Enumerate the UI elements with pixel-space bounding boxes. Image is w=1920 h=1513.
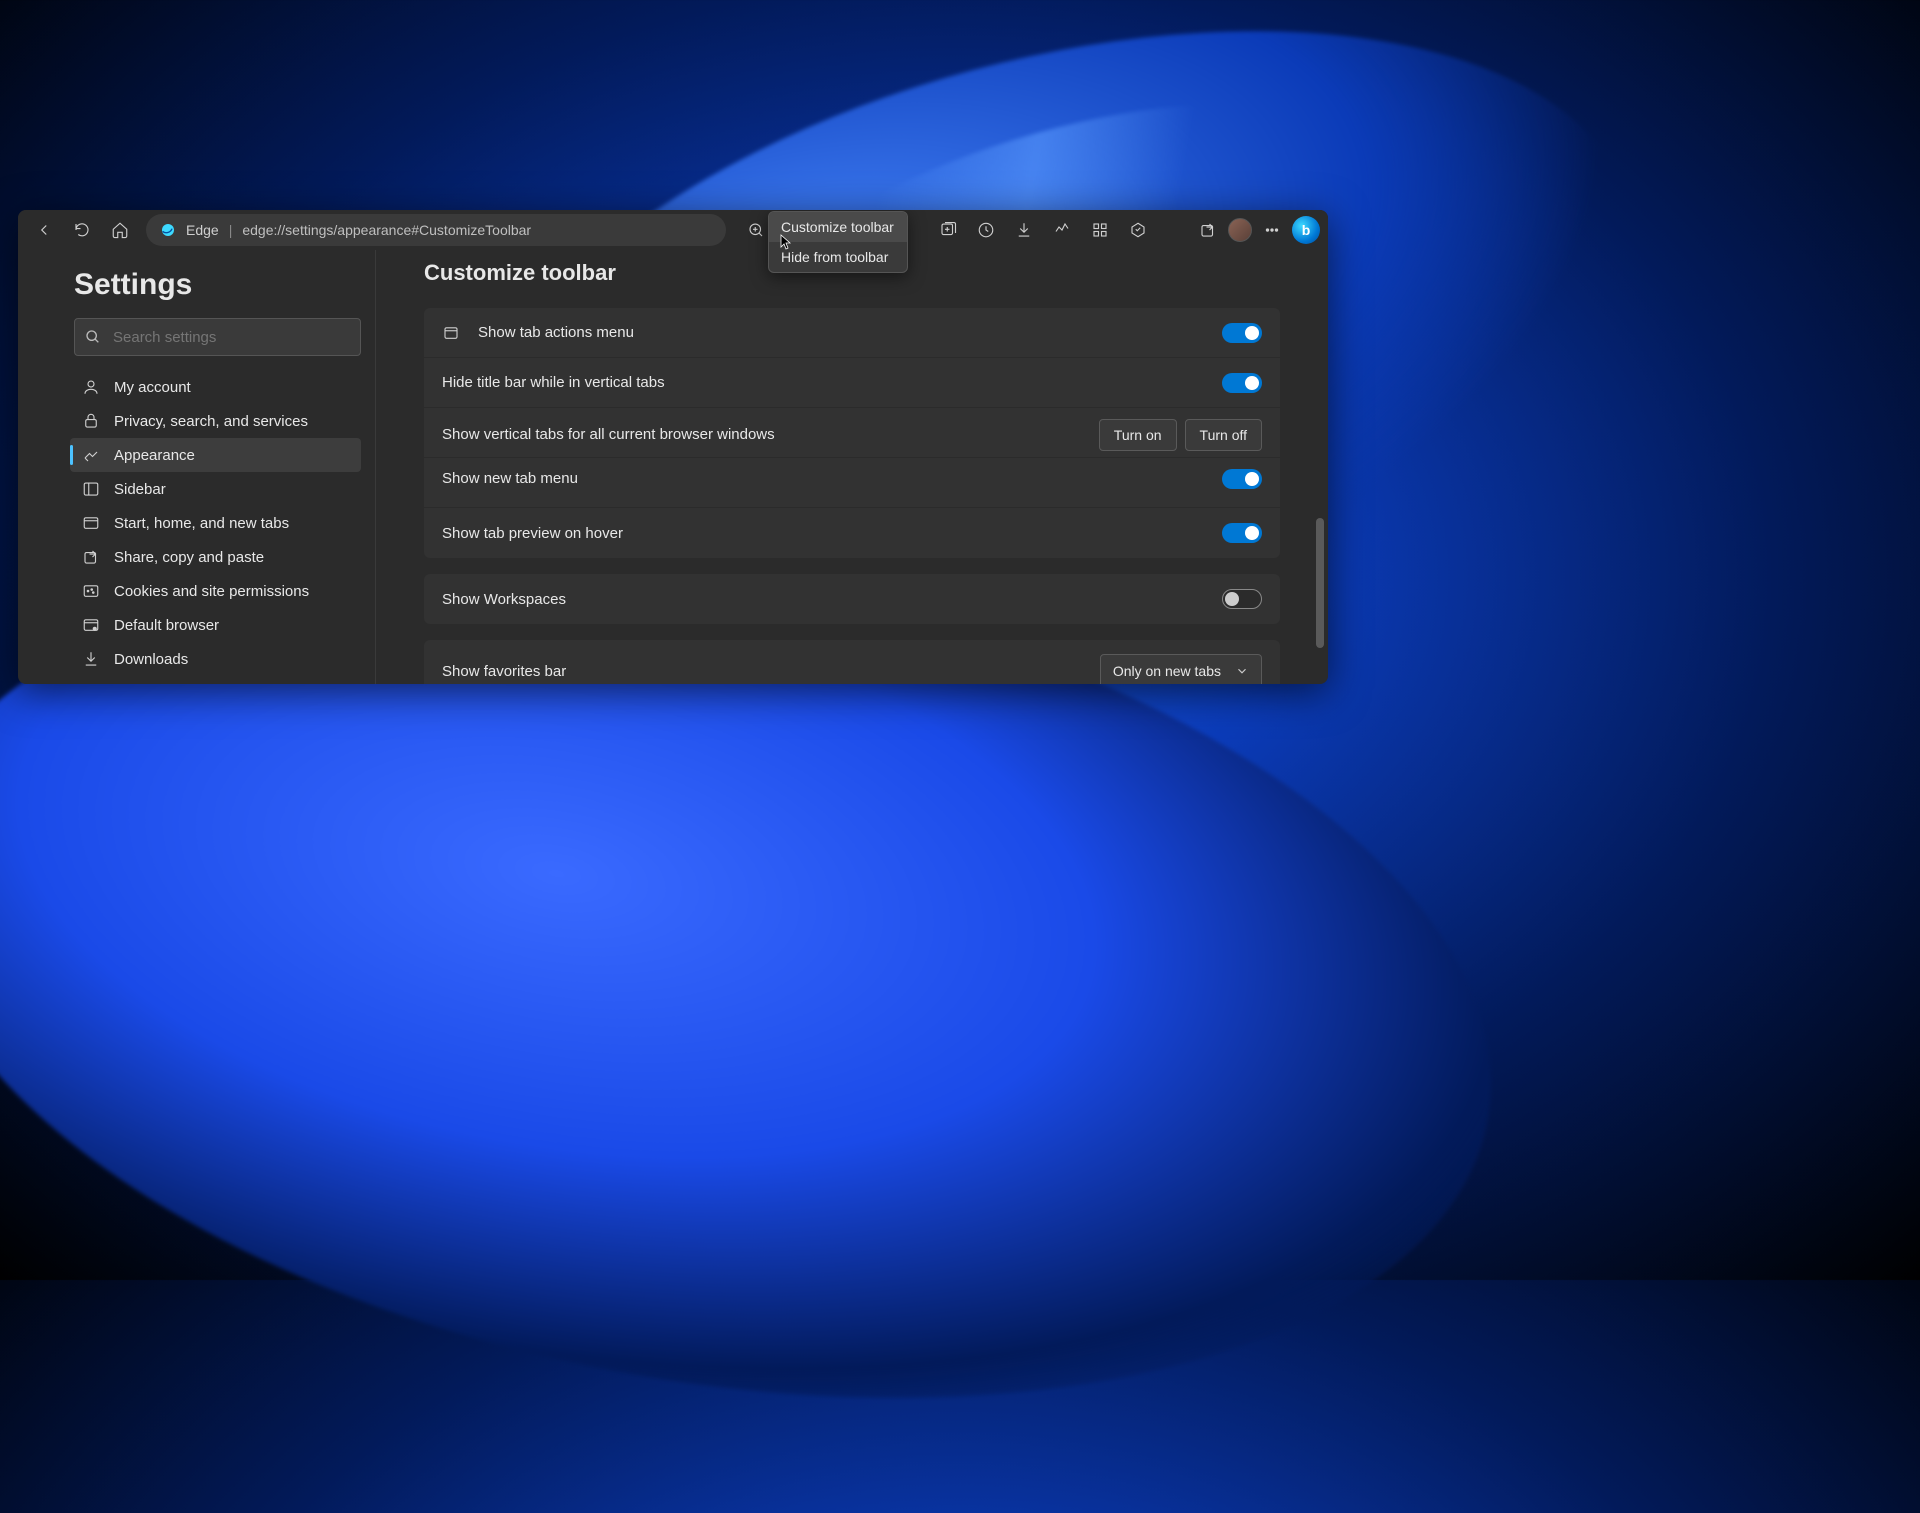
edge-icon: [160, 222, 176, 238]
row-label: Show new tab menu: [442, 470, 578, 487]
row-label: Hide title bar while in vertical tabs: [442, 374, 665, 391]
toggle-hide-title[interactable]: [1222, 373, 1262, 393]
sidebar-item-downloads[interactable]: Downloads: [70, 642, 361, 676]
row-label: Show tab actions menu: [478, 324, 634, 341]
toggle-tab-preview[interactable]: [1222, 523, 1262, 543]
tab-icon: [82, 514, 100, 532]
address-bar[interactable]: Edge | edge://settings/appearance#Custom…: [146, 214, 726, 246]
sidebar-item-label: Default browser: [114, 617, 219, 634]
home-button[interactable]: [102, 214, 138, 246]
row-label: Show tab preview on hover: [442, 525, 623, 542]
profile-avatar[interactable]: [1228, 218, 1252, 242]
lock-icon: [82, 412, 100, 430]
performance-icon[interactable]: [1044, 214, 1080, 246]
history-icon[interactable]: [968, 214, 1004, 246]
workspaces-card: Show Workspaces: [424, 574, 1280, 624]
row-tab-actions: Show tab actions menu: [424, 308, 1280, 358]
settings-sidebar: Settings My account Privacy, search, and…: [18, 250, 376, 684]
collections-icon[interactable]: [930, 214, 966, 246]
sidebar-item-privacy[interactable]: Privacy, search, and services: [70, 404, 361, 438]
appearance-icon: [82, 446, 100, 464]
cookie-icon: [82, 582, 100, 600]
favorites-card: Show favorites bar Only on new tabs: [424, 640, 1280, 684]
sidebar-icon: [82, 480, 100, 498]
settings-title: Settings: [74, 268, 361, 302]
bing-button[interactable]: b: [1292, 216, 1320, 244]
addr-edge-label: Edge: [186, 222, 219, 238]
sidebar-item-cookies[interactable]: Cookies and site permissions: [70, 574, 361, 608]
downloads-icon[interactable]: [1006, 214, 1042, 246]
sidebar-item-share[interactable]: Share, copy and paste: [70, 540, 361, 574]
select-value: Only on new tabs: [1113, 663, 1221, 679]
settings-main: Customize toolbar Show tab actions menu …: [376, 250, 1328, 684]
sidebar-item-label: Cookies and site permissions: [114, 583, 309, 600]
search-settings[interactable]: [74, 318, 361, 356]
download-icon: [82, 650, 100, 668]
sidebar-item-label: Appearance: [114, 447, 195, 464]
sidebar-item-label: Downloads: [114, 651, 188, 668]
search-input[interactable]: [113, 329, 350, 346]
sidebar-item-label: Start, home, and new tabs: [114, 515, 289, 532]
toggle-new-tab-menu[interactable]: [1222, 469, 1262, 489]
toolbar-options-card: Show tab actions menu Hide title bar whi…: [424, 308, 1280, 558]
toggle-tab-actions[interactable]: [1222, 323, 1262, 343]
search-icon: [85, 329, 101, 345]
sidebar-item-default[interactable]: Default browser: [70, 608, 361, 642]
browser-icon: [82, 616, 100, 634]
more-menu-icon[interactable]: [1254, 214, 1290, 246]
sidebar-item-label: Privacy, search, and services: [114, 413, 308, 430]
row-new-tab-menu: Show new tab menu: [424, 458, 1280, 508]
sidebar-item-label: Sidebar: [114, 481, 166, 498]
row-label: Show Workspaces: [442, 591, 566, 608]
apps-icon[interactable]: [1082, 214, 1118, 246]
vertical-tabs-buttons: Turn on Turn off: [1099, 419, 1262, 451]
row-tab-preview: Show tab preview on hover: [424, 508, 1280, 558]
row-favorites-bar: Show favorites bar Only on new tabs: [424, 640, 1280, 684]
tab-icon: [442, 324, 460, 342]
account-icon: [82, 378, 100, 396]
share-icon: [82, 548, 100, 566]
scrollbar-thumb[interactable]: [1316, 518, 1324, 648]
turn-off-button[interactable]: Turn off: [1185, 419, 1262, 451]
settings-content: Settings My account Privacy, search, and…: [18, 250, 1328, 684]
sidebar-item-label: My account: [114, 379, 191, 396]
row-label: Show favorites bar: [442, 663, 566, 680]
back-button[interactable]: [26, 214, 62, 246]
row-workspaces: Show Workspaces: [424, 574, 1280, 624]
refresh-button[interactable]: [64, 214, 100, 246]
browser-toolbar: Edge | edge://settings/appearance#Custom…: [18, 210, 1328, 250]
turn-on-button[interactable]: Turn on: [1099, 419, 1177, 451]
row-hide-title: Hide title bar while in vertical tabs: [424, 358, 1280, 408]
cursor-icon: [780, 234, 792, 250]
sidebar-item-account[interactable]: My account: [70, 370, 361, 404]
toggle-workspaces[interactable]: [1222, 589, 1262, 609]
addr-url: edge://settings/appearance#CustomizeTool…: [242, 222, 531, 238]
addr-separator: |: [229, 222, 233, 238]
sidebar-item-label: Share, copy and paste: [114, 549, 264, 566]
sidebar-item-start[interactable]: Start, home, and new tabs: [70, 506, 361, 540]
row-label: Show vertical tabs for all current brows…: [442, 426, 775, 443]
favorites-bar-select[interactable]: Only on new tabs: [1100, 654, 1262, 684]
chevron-down-icon: [1235, 664, 1249, 678]
browser-window: Edge | edge://settings/appearance#Custom…: [18, 210, 1328, 684]
sidebar-item-sidebar[interactable]: Sidebar: [70, 472, 361, 506]
sidebar-item-appearance[interactable]: Appearance: [70, 438, 361, 472]
share-icon[interactable]: [1190, 214, 1226, 246]
row-vertical-tabs: Show vertical tabs for all current brows…: [424, 408, 1280, 458]
shopping-icon[interactable]: [1120, 214, 1156, 246]
